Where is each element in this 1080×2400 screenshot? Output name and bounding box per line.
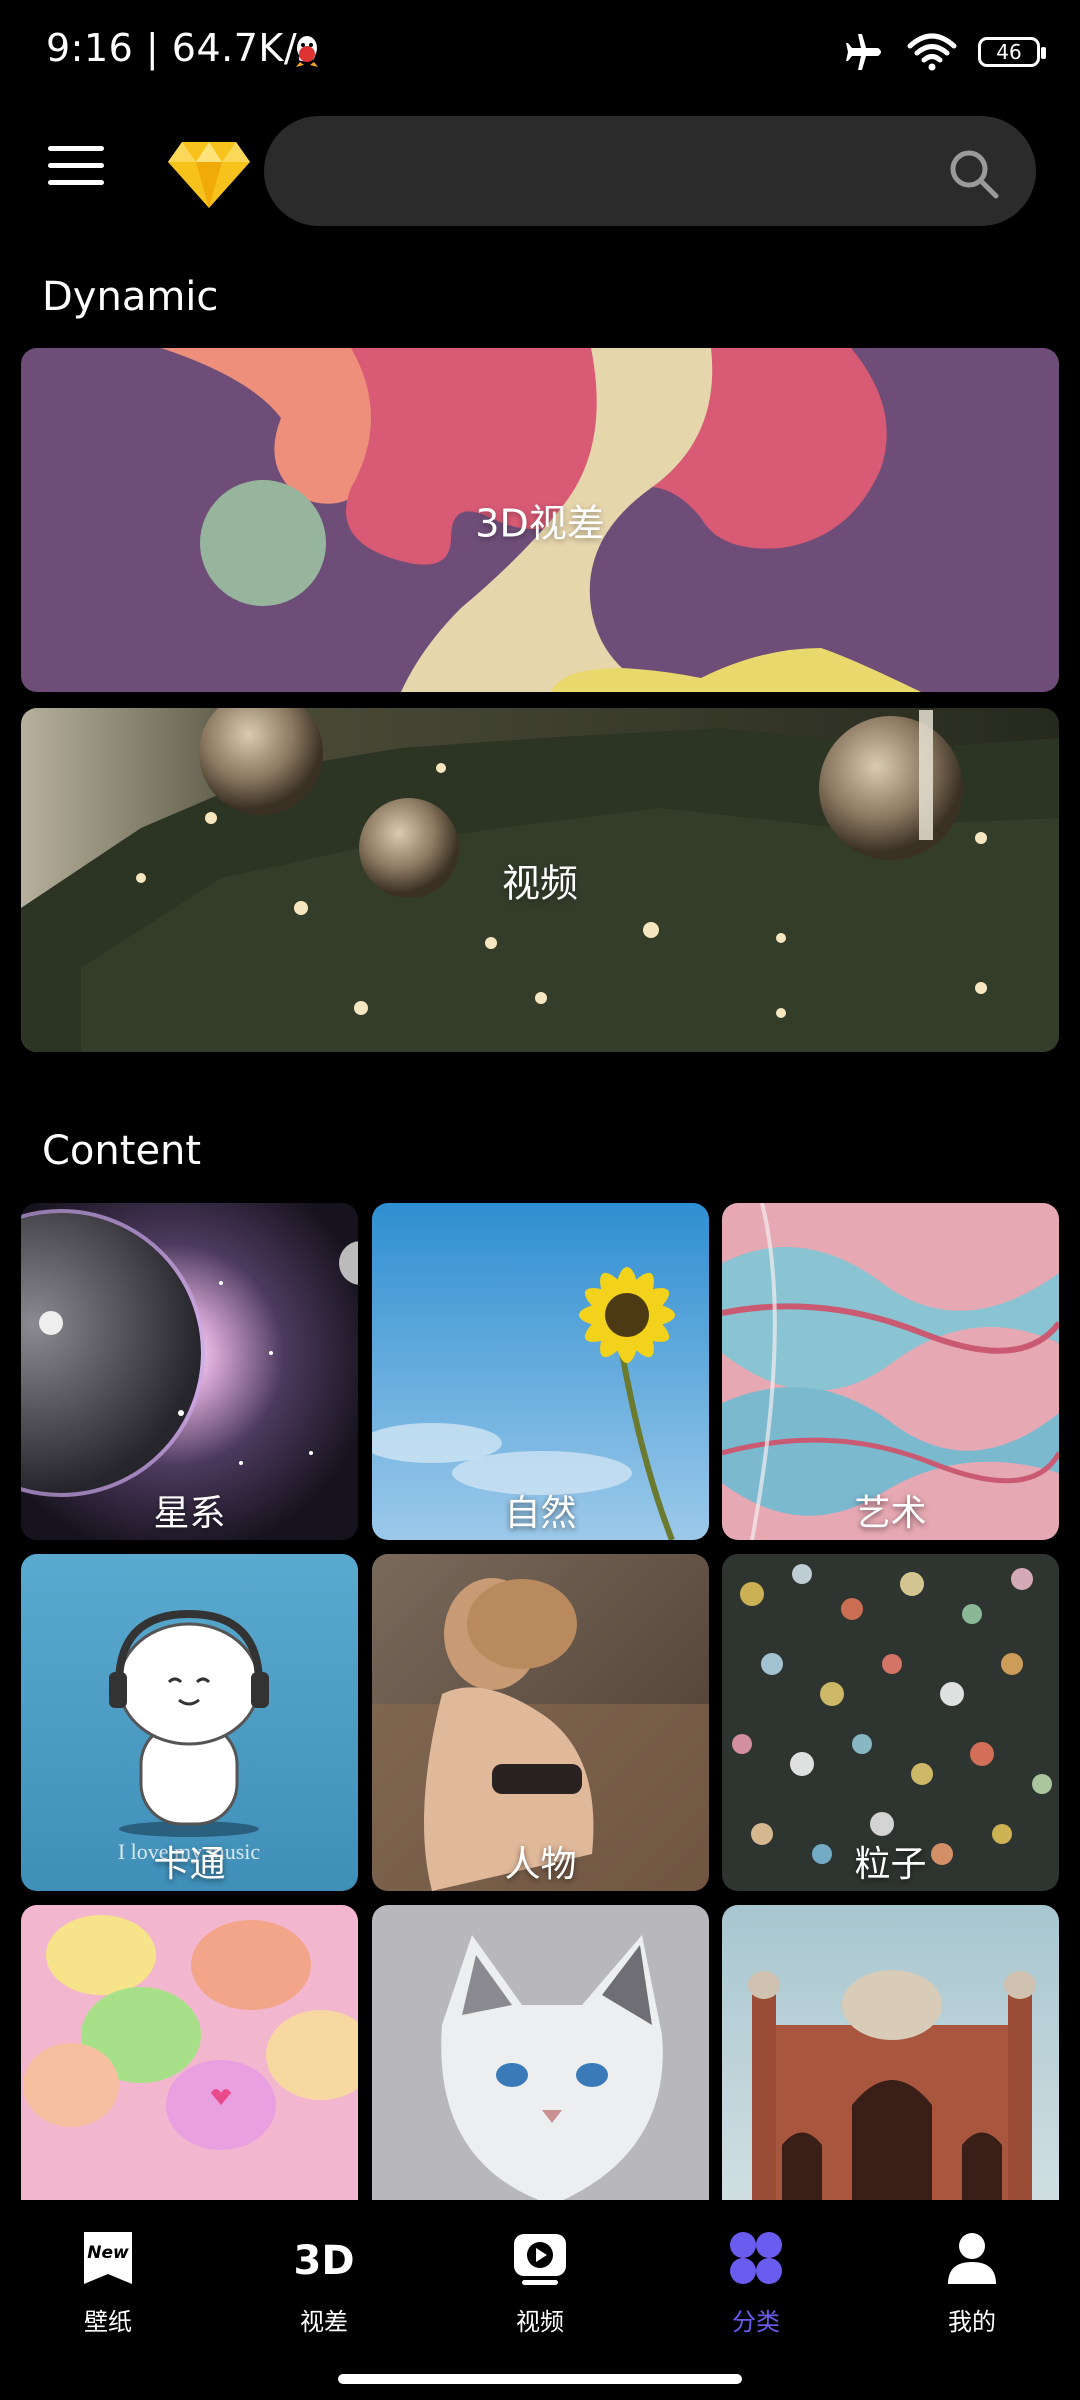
nav-item-parallax[interactable]: 3D 视差 bbox=[254, 2228, 394, 2337]
nav-item-category[interactable]: 分类 bbox=[686, 2228, 826, 2337]
dynamic-card-label: 视频 bbox=[501, 861, 578, 906]
tile-label: 粒子 bbox=[854, 1844, 927, 1885]
battery-icon: 46 bbox=[978, 37, 1046, 67]
category-tile-galaxy[interactable]: 星系 bbox=[21, 1203, 358, 1540]
nav-label: 视频 bbox=[516, 2308, 564, 2336]
category-grid-icon bbox=[730, 2232, 782, 2284]
tile-label: 人物 bbox=[504, 1844, 577, 1885]
tile-label: 卡通 bbox=[153, 1844, 226, 1885]
nav-item-video[interactable]: 视频 bbox=[470, 2228, 610, 2337]
nav-label: 我的 bbox=[948, 2308, 996, 2336]
nav-label: 壁纸 bbox=[84, 2308, 132, 2336]
dynamic-card-video[interactable]: 视频 bbox=[21, 708, 1059, 1052]
category-tile-particles[interactable]: 粒子 bbox=[722, 1554, 1059, 1891]
tile-label: 星系 bbox=[153, 1493, 226, 1534]
category-tile-nature[interactable]: 自然 bbox=[372, 1203, 709, 1540]
section-title-content: Content bbox=[42, 1128, 202, 1174]
tile-label: 自然 bbox=[504, 1493, 577, 1534]
svg-text:New: New bbox=[87, 2243, 129, 2263]
nav-label: 视差 bbox=[300, 2308, 348, 2336]
wifi-icon bbox=[907, 33, 957, 71]
bottom-navigation: New 壁纸 3D 视差 视频 分类 我的 bbox=[0, 2200, 1080, 2400]
tile-label: 艺术 bbox=[854, 1493, 927, 1534]
status-time: 9:16 | 64.7K/s bbox=[46, 26, 318, 70]
nav-item-me[interactable]: 我的 bbox=[902, 2228, 1042, 2337]
3d-icon: 3D bbox=[293, 2238, 354, 2284]
category-tile-people[interactable]: 人物 bbox=[372, 1554, 709, 1891]
cat-artwork bbox=[372, 1905, 709, 2242]
category-tile-macarons[interactable] bbox=[21, 1905, 358, 2242]
svg-text:3D: 3D bbox=[294, 2238, 354, 2284]
search-bar[interactable] bbox=[264, 116, 1036, 228]
category-tile-cartoon[interactable]: I love my music 卡通 bbox=[21, 1554, 358, 1891]
vip-diamond-icon[interactable] bbox=[166, 140, 252, 210]
search-input[interactable] bbox=[304, 116, 908, 228]
battery-level: 46 bbox=[996, 40, 1022, 64]
search-icon[interactable] bbox=[946, 146, 1000, 200]
section-title-dynamic: Dynamic bbox=[42, 274, 219, 320]
category-tile-cat[interactable] bbox=[372, 1905, 709, 2242]
person-icon bbox=[948, 2233, 996, 2284]
video-play-icon bbox=[514, 2234, 566, 2285]
home-indicator[interactable] bbox=[338, 2374, 742, 2384]
macarons-artwork bbox=[21, 1905, 358, 2242]
nav-label: 分类 bbox=[732, 2308, 780, 2336]
airplane-mode-icon bbox=[846, 34, 881, 70]
category-tile-art[interactable]: 艺术 bbox=[722, 1203, 1059, 1540]
nav-item-wallpaper[interactable]: New 壁纸 bbox=[38, 2228, 178, 2337]
dynamic-card-3d-parallax[interactable]: 3D视差 bbox=[21, 348, 1059, 692]
new-icon: New bbox=[84, 2232, 132, 2284]
mosque-artwork bbox=[722, 1905, 1059, 2242]
category-tile-architecture[interactable] bbox=[722, 1905, 1059, 2242]
status-bar: 9:16 | 64.7K/s 46 bbox=[0, 0, 1080, 100]
qq-notification-icon bbox=[296, 36, 318, 67]
dynamic-card-label: 3D视差 bbox=[475, 501, 605, 546]
menu-icon[interactable] bbox=[48, 146, 104, 190]
